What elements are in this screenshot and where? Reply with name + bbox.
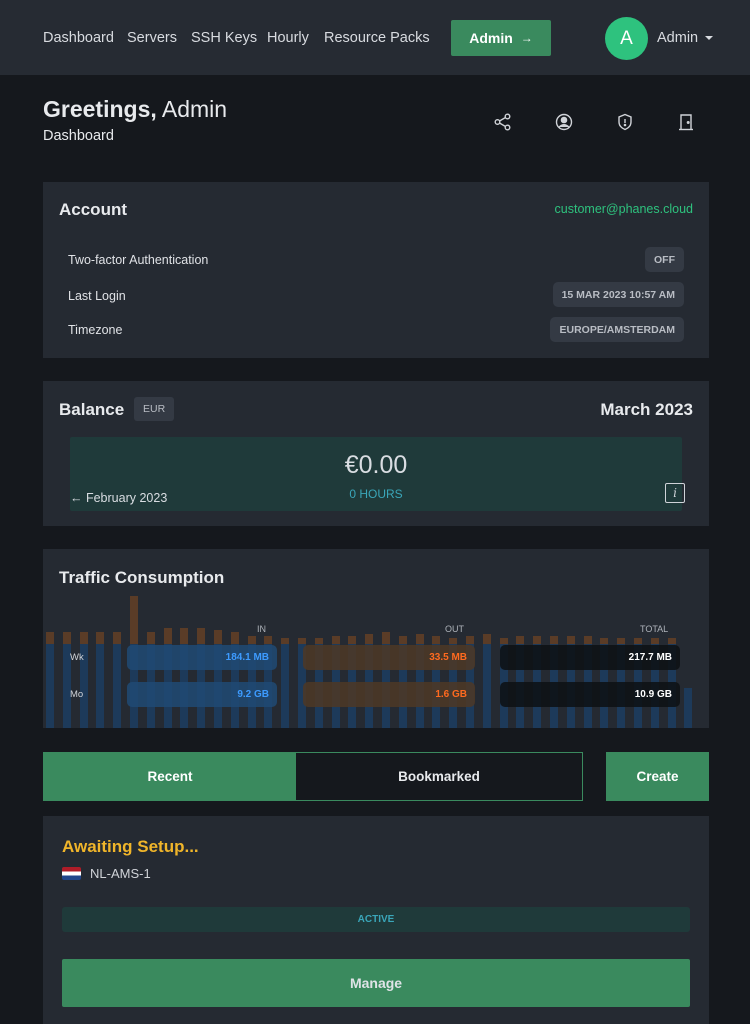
column-header-out: OUT bbox=[445, 624, 464, 634]
arrow-right-icon: → bbox=[520, 31, 533, 45]
netherlands-flag-icon bbox=[62, 867, 81, 880]
account-email[interactable]: customer@phanes.cloud bbox=[555, 202, 693, 216]
server-list-tabs: Recent Bookmarked bbox=[43, 752, 583, 801]
page-subtitle: Dashboard bbox=[43, 128, 114, 144]
account-card: Account customer@phanes.cloud Two-factor… bbox=[43, 182, 709, 358]
manage-server-button[interactable]: Manage bbox=[62, 959, 690, 1007]
balance-month: March 2023 bbox=[600, 400, 693, 419]
info-icon[interactable]: i bbox=[665, 483, 685, 503]
top-navbar: Dashboard Servers SSH Keys Hourly Resour… bbox=[0, 0, 750, 75]
balance-amount: €0.00 bbox=[344, 451, 408, 479]
currency-badge[interactable]: EUR bbox=[134, 397, 175, 421]
caret-down-icon bbox=[705, 36, 714, 41]
server-location: NL-AMS-1 bbox=[62, 866, 151, 881]
user-menu-dropdown[interactable]: Admin bbox=[657, 30, 714, 46]
nav-ssh-keys[interactable]: SSH Keys bbox=[191, 30, 257, 46]
info-symbol: i bbox=[673, 486, 677, 500]
column-header-total: TOTAL bbox=[640, 624, 669, 634]
shield-icon[interactable] bbox=[615, 112, 635, 132]
greeting-word: Greetings, bbox=[43, 96, 157, 122]
traffic-row-label-week: Wk bbox=[70, 652, 84, 663]
nav-resource-packs[interactable]: Resource Packs bbox=[324, 30, 430, 46]
traffic-month-out: 1.6 GB bbox=[303, 682, 475, 707]
nav-servers[interactable]: Servers bbox=[127, 30, 177, 46]
traffic-week-out: 33.5 MB bbox=[303, 645, 475, 670]
traffic-month-in: 9.2 GB bbox=[127, 682, 277, 707]
traffic-month-total: 10.9 GB bbox=[500, 682, 680, 707]
nav-dashboard[interactable]: Dashboard bbox=[43, 30, 114, 46]
create-server-button[interactable]: Create bbox=[606, 752, 709, 801]
traffic-bar-in bbox=[684, 688, 693, 728]
previous-month-link[interactable]: ← February 2023 bbox=[70, 491, 167, 505]
logout-door-icon[interactable] bbox=[676, 112, 696, 132]
server-card: Awaiting Setup... NL-AMS-1 ACTIVE Manage bbox=[43, 816, 709, 1024]
user-circle-icon[interactable] bbox=[554, 112, 574, 132]
last-login-badge: 15 MAR 2023 10:57 AM bbox=[552, 282, 684, 307]
last-login-label: Last Login bbox=[68, 289, 126, 303]
balance-title: Balance bbox=[59, 400, 125, 419]
traffic-week-in: 184.1 MB bbox=[127, 645, 277, 670]
traffic-bar-in bbox=[482, 644, 491, 728]
traffic-bar-in bbox=[113, 644, 122, 728]
traffic-row-label-month: Mo bbox=[70, 689, 84, 700]
traffic-card: Traffic Consumption IN OUT TOTAL Wk 184.… bbox=[43, 549, 709, 728]
balance-card: Balance EUR March 2023 €0.00 0 HOURS ← F… bbox=[43, 381, 709, 526]
timezone-label: Timezone bbox=[68, 323, 123, 337]
share-icon[interactable] bbox=[493, 112, 513, 132]
two-factor-status-badge[interactable]: OFF bbox=[645, 247, 684, 272]
user-name: Admin bbox=[657, 30, 699, 46]
two-factor-label: Two-factor Authentication bbox=[68, 253, 209, 267]
balance-summary-panel: €0.00 0 HOURS ← February 2023 i bbox=[70, 437, 685, 511]
timezone-badge[interactable]: EUROPE/AMSTERDAM bbox=[550, 317, 684, 342]
server-location-label: NL-AMS-1 bbox=[90, 866, 151, 881]
server-status-bar: ACTIVE bbox=[62, 907, 690, 932]
avatar[interactable]: A bbox=[605, 17, 648, 60]
traffic-title: Traffic Consumption bbox=[59, 568, 225, 587]
account-title: Account bbox=[59, 200, 127, 219]
traffic-week-total: 217.7 MB bbox=[500, 645, 680, 670]
column-header-in: IN bbox=[257, 624, 266, 634]
admin-panel-button[interactable]: Admin → bbox=[451, 20, 551, 56]
admin-button-label: Admin bbox=[469, 30, 513, 46]
traffic-bar-in bbox=[281, 644, 290, 728]
greeting-name: Admin bbox=[161, 96, 228, 122]
tab-bookmarked[interactable]: Bookmarked bbox=[296, 753, 582, 800]
page-title: Greetings, Admin bbox=[43, 96, 227, 123]
tab-recent[interactable]: Recent bbox=[44, 753, 296, 800]
server-status-title: Awaiting Setup... bbox=[62, 837, 199, 856]
traffic-bar-in bbox=[46, 644, 54, 728]
nav-hourly[interactable]: Hourly bbox=[267, 30, 309, 46]
traffic-bar-in bbox=[96, 644, 105, 728]
